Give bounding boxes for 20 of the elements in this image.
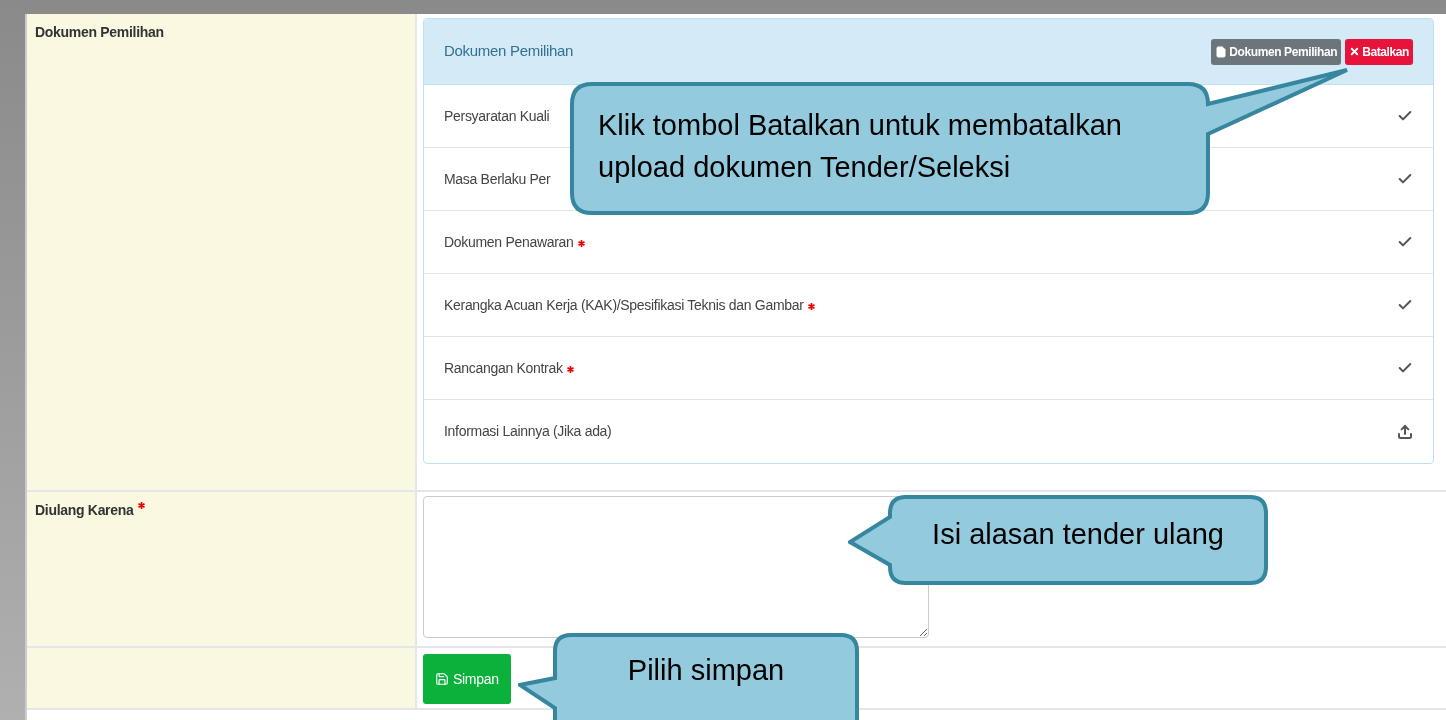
- document-name: Informasi Lainnya (Jika ada): [444, 422, 612, 441]
- document-name: Dokumen Penawaran: [444, 232, 574, 252]
- document-button[interactable]: Dokumen Pemilihan: [1211, 38, 1342, 65]
- document-icon: [1215, 45, 1228, 58]
- document-name: Kerangka Acuan Kerja (KAK)/Spesifikasi Teknis dan Gambar: [444, 295, 804, 315]
- cancel-button[interactable]: Batalkan: [1345, 38, 1413, 65]
- callout-text: Klik tombol Batalkan untuk membatalkan upload dokumen Tender/Seleksi: [598, 108, 1123, 185]
- panel-title: Dokumen Pemilihan: [444, 41, 574, 62]
- field-label: Diulang Karena: [35, 501, 134, 520]
- document-name: Masa Berlaku Per: [444, 169, 551, 189]
- save-icon: [435, 672, 449, 686]
- close-icon: [1349, 46, 1361, 57]
- save-button[interactable]: Simpan: [423, 654, 511, 704]
- field-label: Dokumen Pemilihan: [35, 23, 164, 42]
- callout-text: Isi alasan tender ulang: [931, 517, 1225, 552]
- callout-text: Pilih simpan: [626, 653, 786, 688]
- document-name: Persyaratan Kuali: [444, 106, 550, 126]
- reason-field[interactable]: [423, 496, 929, 638]
- document-name: Rancangan Kontrak: [444, 358, 563, 378]
- upload-icon[interactable]: [1397, 423, 1413, 440]
